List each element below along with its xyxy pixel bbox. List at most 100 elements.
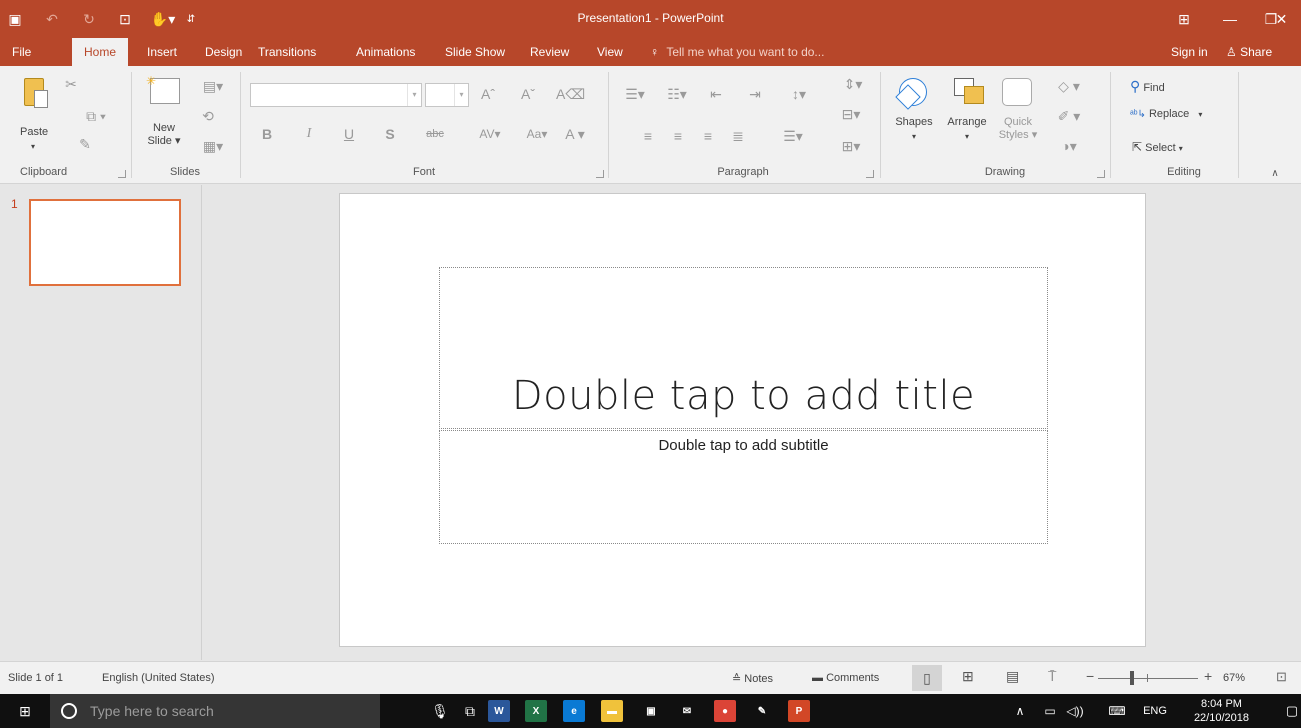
text-shadow-icon[interactable]: S — [381, 126, 399, 142]
new-slide-button[interactable]: ✳ New Slide ▾ — [144, 74, 184, 154]
decrease-indent-icon[interactable]: ⇤ — [706, 86, 726, 102]
windows-start-icon[interactable]: ⊞ — [0, 694, 50, 728]
reset-icon[interactable]: ⟲ — [198, 108, 218, 124]
keyboard-icon[interactable]: ⌨ — [1106, 694, 1128, 728]
slideshow-view-icon[interactable]: ⍑ — [1048, 668, 1056, 685]
zoom-out-icon[interactable]: − — [1086, 668, 1094, 684]
text-direction-icon[interactable]: ⇕▾ — [840, 76, 866, 92]
columns-icon[interactable]: ☰▾ — [778, 128, 808, 144]
share-button[interactable]: ♙ Share — [1226, 38, 1272, 66]
action-center-icon[interactable]: ▢ — [1282, 694, 1301, 728]
font-size-box[interactable]: ▾ — [425, 83, 469, 107]
align-text-icon[interactable]: ⊟▾ — [838, 106, 864, 122]
bold-icon[interactable]: B — [258, 126, 276, 142]
excel-app-icon[interactable]: X — [525, 700, 547, 722]
format-painter-icon[interactable]: ✎ — [76, 136, 94, 152]
quick-styles-button[interactable]: Quick Styles ▾ — [996, 76, 1040, 154]
battery-icon[interactable]: ▭ — [1040, 694, 1060, 728]
shape-effects-icon[interactable]: ◑▾ — [1054, 138, 1084, 154]
copy-icon[interactable]: ⧉ ▾ — [80, 108, 112, 124]
numbering-icon[interactable]: ☷▾ — [662, 86, 692, 102]
section-icon[interactable]: ▦▾ — [198, 138, 228, 154]
subtitle-placeholder[interactable]: Double tap to add subtitle — [439, 430, 1048, 544]
layout-icon[interactable]: ▤▾ — [198, 78, 228, 94]
replace-button[interactable]: ᵃᵇ↳ Replace ▾ — [1130, 108, 1220, 126]
shrink-font-icon[interactable]: Aˇ — [518, 86, 538, 102]
edge-app-icon[interactable]: e — [563, 700, 585, 722]
increase-indent-icon[interactable]: ⇥ — [745, 86, 765, 102]
save-icon[interactable]: ▣ — [2, 8, 28, 30]
fit-to-window-icon[interactable]: ⊡ — [1276, 669, 1287, 685]
arrange-button[interactable]: Arrange ▾ — [944, 76, 990, 154]
language-indicator[interactable]: ENG — [1138, 694, 1172, 728]
tab-transitions[interactable]: Transitions — [258, 38, 316, 66]
clear-formatting-icon[interactable]: A⌫ — [556, 86, 585, 102]
grow-font-icon[interactable]: Aˆ — [478, 86, 498, 102]
tab-design[interactable]: Design — [205, 38, 242, 66]
change-case-icon[interactable]: Aa▾ — [521, 126, 553, 142]
line-spacing-icon[interactable]: ↕▾ — [784, 86, 814, 102]
tab-insert[interactable]: Insert — [147, 38, 177, 66]
tab-home[interactable]: Home — [72, 38, 129, 66]
tab-file[interactable]: File — [12, 38, 31, 66]
strikethrough-icon[interactable]: abc — [420, 126, 450, 142]
mouse-mode-icon[interactable]: ✋▾ — [148, 8, 178, 30]
font-launcher-icon[interactable] — [596, 170, 604, 178]
align-right-icon[interactable]: ≡ — [698, 128, 718, 144]
close-icon[interactable]: ✕ — [1262, 0, 1301, 38]
zoom-slider[interactable] — [1098, 671, 1198, 685]
clipboard-launcher-icon[interactable] — [118, 170, 126, 178]
italic-icon[interactable]: I — [300, 126, 318, 142]
title-placeholder[interactable]: Double tap to add title — [439, 267, 1048, 429]
zoom-slider-thumb[interactable] — [1129, 671, 1134, 685]
comments-button[interactable]: ▬ Comments — [812, 672, 879, 684]
align-left-icon[interactable]: ≡ — [638, 128, 658, 144]
taskbar-search[interactable]: Type here to search — [50, 694, 380, 728]
align-center-icon[interactable]: ≡ — [668, 128, 688, 144]
redo-icon[interactable]: ↻ — [76, 8, 102, 30]
word-app-icon[interactable]: W — [488, 700, 510, 722]
font-name-box[interactable]: ▾ — [250, 83, 422, 107]
explorer-app-icon[interactable]: ▬ — [601, 700, 623, 722]
task-view-icon[interactable]: ⧉ — [455, 694, 485, 728]
zoom-in-icon[interactable]: + — [1204, 668, 1212, 684]
cut-icon[interactable]: ✂ — [62, 76, 80, 92]
notes-button[interactable]: ≙ Notes — [732, 672, 773, 685]
shape-outline-icon[interactable]: ✐ ▾ — [1054, 108, 1084, 124]
zoom-level[interactable]: 67% — [1223, 672, 1245, 684]
slide-canvas[interactable]: Double tap to add title Double tap to ad… — [339, 193, 1146, 647]
tell-me-box[interactable]: ♀ Tell me what you want to do... — [650, 38, 824, 66]
tab-animations[interactable]: Animations — [356, 38, 415, 66]
shape-fill-icon[interactable]: ◇ ▾ — [1054, 78, 1084, 94]
minimize-icon[interactable]: — — [1207, 0, 1253, 38]
normal-view-icon[interactable]: ▯ — [912, 665, 942, 691]
paragraph-launcher-icon[interactable] — [866, 170, 874, 178]
tab-slide-show[interactable]: Slide Show — [445, 38, 505, 66]
slide-sorter-icon[interactable]: ⊞ — [962, 668, 974, 685]
collapse-ribbon-icon[interactable]: ∧ — [1268, 166, 1282, 182]
tab-view[interactable]: View — [597, 38, 623, 66]
slide-thumbnail[interactable] — [29, 199, 181, 286]
shapes-button[interactable]: Shapes ▾ — [893, 76, 935, 154]
undo-icon[interactable]: ↶ — [39, 8, 65, 30]
mail-app-icon[interactable]: ✉ — [676, 700, 698, 722]
chrome-app-icon[interactable]: ● — [714, 700, 736, 722]
language-status[interactable]: English (United States) — [102, 672, 215, 684]
show-hidden-icons[interactable]: ∧ — [1010, 694, 1030, 728]
ribbon-display-icon[interactable]: ⊞ — [1161, 0, 1207, 38]
font-color-icon[interactable]: A ▾ — [560, 126, 590, 142]
drawing-launcher-icon[interactable] — [1097, 170, 1105, 178]
find-button[interactable]: ⚲ Find — [1130, 78, 1200, 96]
tab-review[interactable]: Review — [530, 38, 569, 66]
powerpoint-app-icon[interactable]: P — [788, 700, 810, 722]
reading-view-icon[interactable]: ▤ — [1006, 668, 1019, 685]
paint-app-icon[interactable]: ✎ — [751, 700, 773, 722]
select-button[interactable]: ⇱ Select ▾ — [1132, 140, 1212, 158]
underline-icon[interactable]: U — [340, 126, 358, 142]
touch-mode-icon[interactable]: ⊡ — [112, 8, 138, 30]
character-spacing-icon[interactable]: AV▾ — [474, 126, 506, 142]
sign-in-link[interactable]: Sign in — [1171, 38, 1208, 66]
customize-qat-icon[interactable]: ⇵ — [182, 8, 200, 30]
microphone-icon[interactable]: 🎙 — [430, 694, 450, 728]
volume-icon[interactable]: ◁)) — [1064, 694, 1086, 728]
